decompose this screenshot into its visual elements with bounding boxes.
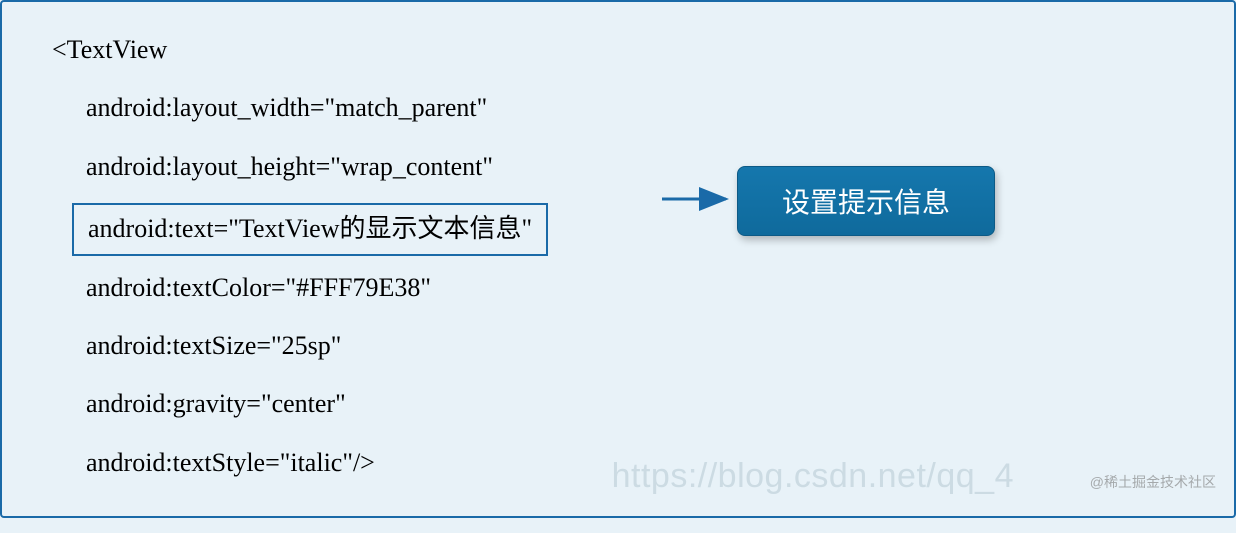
highlighted-code-line: android:text="TextView的显示文本信息" — [72, 203, 548, 255]
code-line-7: android:gravity="center" — [52, 386, 1184, 422]
code-line-4: android:text="TextView的显示文本信息" — [88, 214, 532, 243]
code-line-6: android:textSize="25sp" — [52, 328, 1184, 364]
callout-box: 设置提示信息 — [737, 166, 995, 236]
code-line-5: android:textColor="#FFF79E38" — [52, 270, 1184, 306]
code-block: <TextView android:layout_width="match_pa… — [2, 2, 1234, 533]
callout-container: 设置提示信息 — [737, 166, 995, 236]
code-line-1: <TextView — [52, 32, 1184, 68]
watermark-csdn: https://blog.csdn.net/qq_4 — [612, 457, 1014, 496]
code-line-2: android:layout_width="match_parent" — [52, 90, 1184, 126]
arrow-icon — [662, 184, 742, 214]
watermark-juejin: @稀土掘金技术社区 — [1090, 472, 1216, 492]
code-line-3: android:layout_height="wrap_content" — [52, 149, 1184, 185]
callout-label: 设置提示信息 — [782, 187, 950, 218]
